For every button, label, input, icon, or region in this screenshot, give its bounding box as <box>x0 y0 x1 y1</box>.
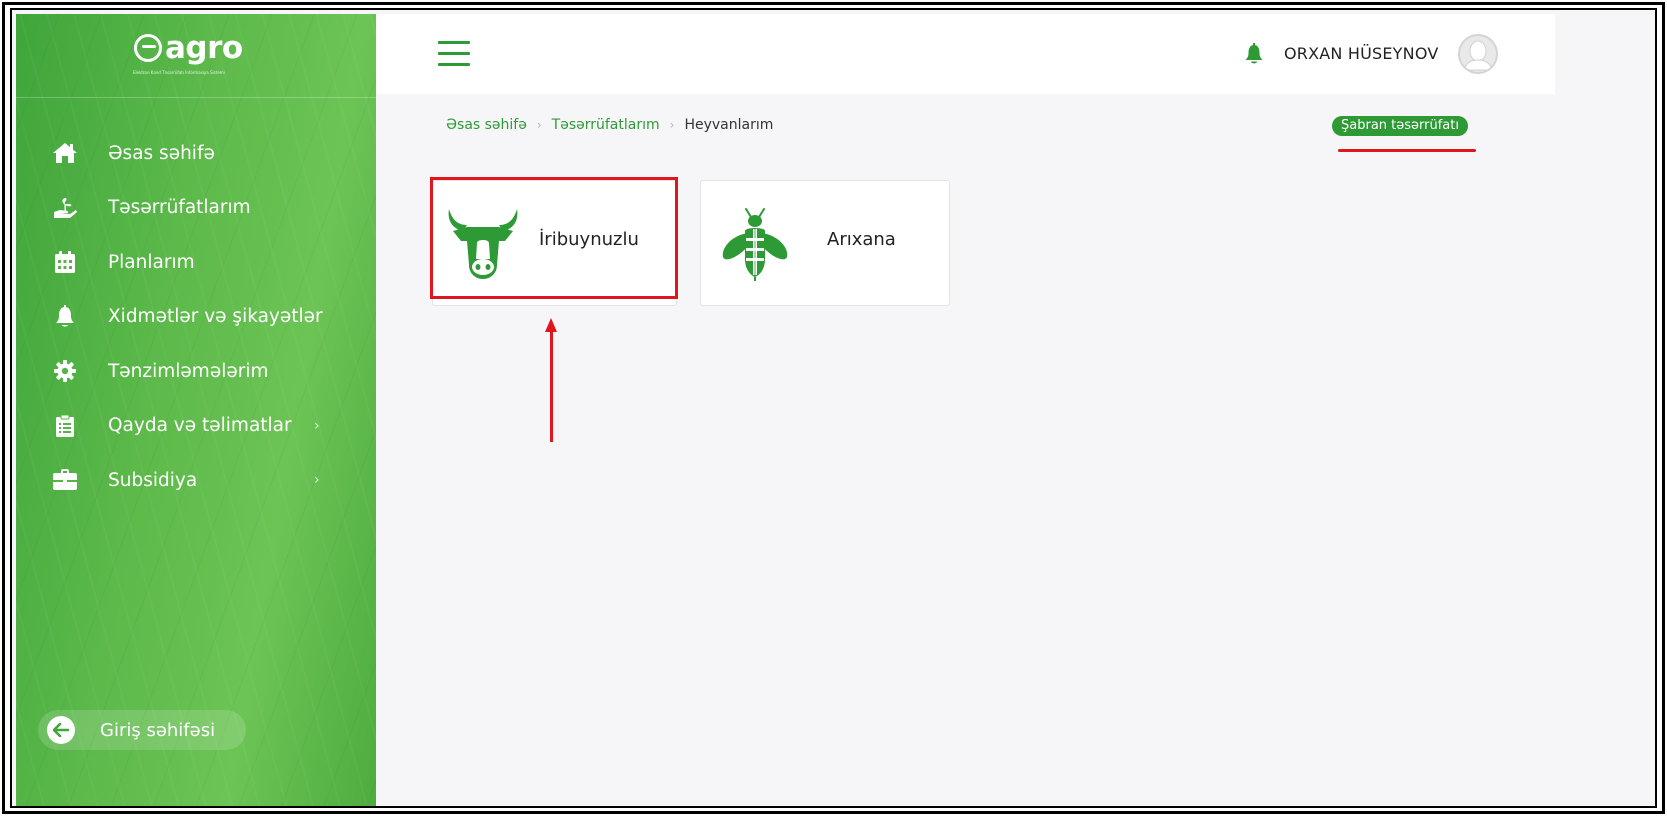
annotation-arrow-line <box>550 330 553 442</box>
sidebar-item-settings[interactable]: Tənzimləmələrim <box>16 344 376 399</box>
app-window: agro Elektron Kənd Təsərrüfatı İnformasi… <box>10 8 1657 808</box>
sidebar-item-label: Qayda və təlimatlar <box>108 415 292 437</box>
back-to-login-button[interactable]: Giriş səhifəsi <box>38 710 246 750</box>
sidebar-nav: Əsas səhifə Təsərrüfatlarım Planlarım Xi… <box>16 126 376 508</box>
user-avatar-icon[interactable] <box>1458 34 1498 74</box>
breadcrumb-link-farms[interactable]: Təsərrüfatlarım <box>552 117 660 133</box>
category-label: Arıxana <box>827 229 896 250</box>
sidebar-item-farms[interactable]: Təsərrüfatlarım <box>16 181 376 236</box>
home-icon <box>52 140 78 166</box>
chevron-right-icon: › <box>314 472 320 489</box>
hand-plant-icon <box>52 195 78 221</box>
category-label: İribuynuzlu <box>539 229 639 250</box>
breadcrumb-separator: › <box>536 118 542 132</box>
sidebar-item-label: Xidmətlər və şikayətlər <box>108 306 323 328</box>
agro-logo[interactable]: agro <box>134 30 243 66</box>
logo-subtitle: Elektron Kənd Təsərrüfatı İnformasiya Si… <box>133 70 225 75</box>
sidebar-item-plans[interactable]: Planlarım <box>16 235 376 290</box>
calendar-icon <box>52 249 78 275</box>
user-name[interactable]: ORXAN HÜSEYNOV <box>1284 44 1438 63</box>
logo-mark-icon <box>134 34 162 62</box>
farm-badge[interactable]: Şabran təsərrüfatı <box>1332 116 1468 136</box>
top-bar: ORXAN HÜSEYNOV <box>376 14 1555 94</box>
sidebar-item-label: Təsərrüfatlarım <box>108 197 251 219</box>
sidebar-item-label: Planlarım <box>108 251 195 273</box>
bell-icon <box>52 304 78 330</box>
gear-icon <box>52 358 78 384</box>
sidebar-item-label: Əsas səhifə <box>108 142 215 164</box>
sidebar-item-rules[interactable]: Qayda və təlimatlar › <box>16 399 376 454</box>
briefcase-icon <box>52 467 78 493</box>
notification-bell-icon[interactable] <box>1244 43 1264 65</box>
arrow-left-icon <box>47 716 75 744</box>
logo-area: agro Elektron Kənd Təsərrüfatı İnformasi… <box>16 14 376 98</box>
sidebar-item-subsidy[interactable]: Subsidiya › <box>16 453 376 508</box>
chevron-right-icon: › <box>314 417 320 434</box>
logo-text: agro <box>165 30 243 66</box>
sidebar-item-label: Subsidiya <box>108 469 198 491</box>
annotation-underline <box>1338 149 1476 152</box>
category-card-cattle[interactable]: İribuynuzlu <box>432 180 677 306</box>
category-card-apiary[interactable]: Arıxana <box>700 180 950 306</box>
breadcrumb-current: Heyvanlarım <box>684 117 774 133</box>
sidebar-item-label: Tənzimləmələrim <box>108 360 269 382</box>
bee-icon <box>715 203 795 283</box>
breadcrumb-link-home[interactable]: Əsas səhifə <box>446 117 527 133</box>
sidebar: agro Elektron Kənd Təsərrüfatı İnformasi… <box>16 14 376 806</box>
back-button-label: Giriş səhifəsi <box>100 719 216 741</box>
sidebar-item-home[interactable]: Əsas səhifə <box>16 126 376 181</box>
cow-icon <box>443 203 523 283</box>
breadcrumb-separator: › <box>669 118 675 132</box>
clipboard-icon <box>52 413 78 439</box>
breadcrumb: Əsas səhifə › Təsərrüfatlarım › Heyvanla… <box>446 117 773 133</box>
hamburger-icon[interactable] <box>438 41 472 67</box>
sidebar-item-services[interactable]: Xidmətlər və şikayətlər <box>16 290 376 345</box>
